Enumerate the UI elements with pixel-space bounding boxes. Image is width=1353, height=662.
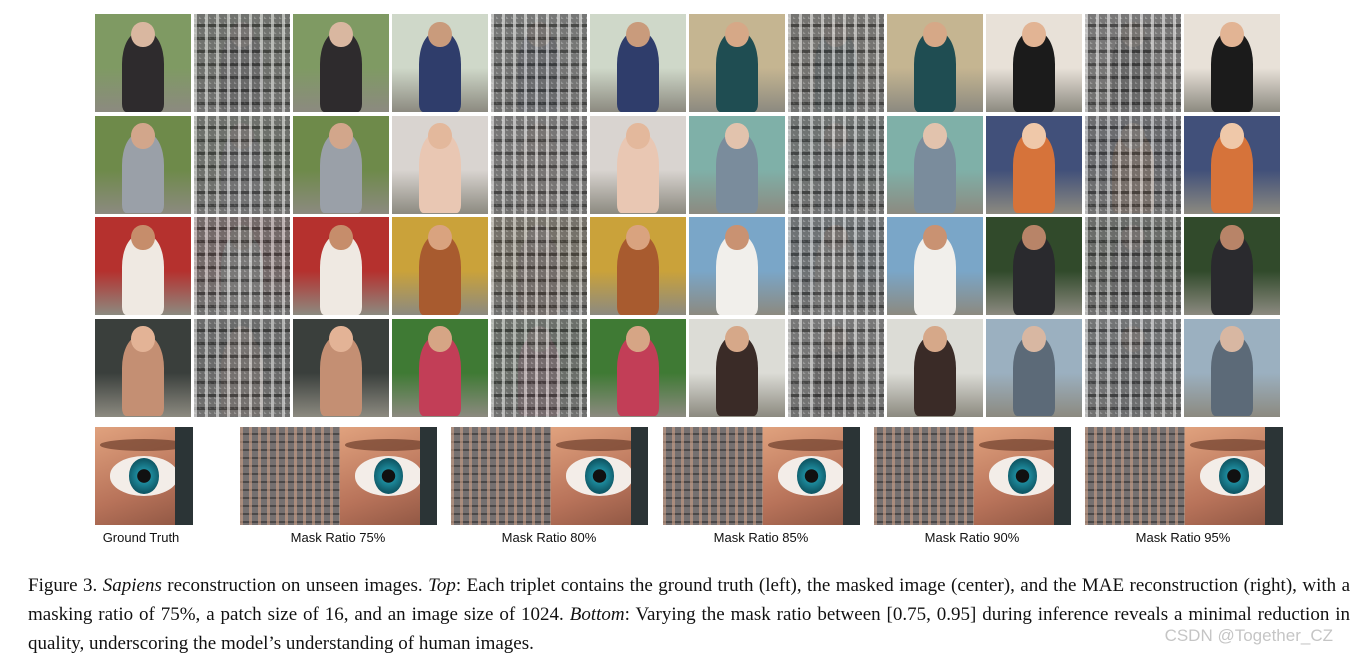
watermark: CSDN @Together_CZ	[1164, 626, 1333, 645]
triplet-12-reconstruction-image	[1184, 217, 1280, 315]
triplet-13-masked-image	[194, 318, 290, 417]
triplet-15-masked-image	[788, 318, 884, 417]
triplet-2-reconstruction-image	[590, 14, 686, 112]
triplet-4-reconstruction-image	[1184, 14, 1280, 112]
triplet-2-ground-truth-image	[392, 14, 488, 112]
label-ground-truth: Ground Truth	[102, 530, 180, 545]
caption-bottom-label: Bottom	[569, 604, 625, 625]
caption-prefix: Figure 3.	[28, 575, 103, 596]
reconstructed-eye-90	[974, 427, 1071, 525]
triplet-14-reconstruction-image	[590, 318, 686, 417]
triplet-8-ground-truth-image	[986, 115, 1082, 214]
triplet-15-reconstruction-image	[887, 318, 983, 417]
triplet-1-ground-truth-image	[95, 14, 191, 112]
triplet-1-reconstruction-image	[293, 14, 389, 112]
triplet-6-masked-image	[491, 115, 587, 214]
triplet-8-reconstruction-image	[1184, 115, 1280, 214]
mask-ratio-row	[95, 427, 1283, 527]
label-mask-ratio-80: Mask Ratio 80%	[501, 530, 597, 545]
triplet-4-masked-image	[1085, 14, 1181, 112]
label-mask-ratio-75: Mask Ratio 75%	[290, 530, 386, 545]
label-mask-ratio-85: Mask Ratio 85%	[713, 530, 809, 545]
masked-eye-95	[1085, 427, 1185, 525]
triplet-16-masked-image	[1085, 318, 1181, 417]
triplet-13-ground-truth-image	[95, 318, 191, 417]
label-mask-ratio-95: Mask Ratio 95%	[1135, 530, 1231, 545]
reconstructed-eye-80	[551, 427, 648, 525]
triplet-5-masked-image	[194, 115, 290, 214]
triplet-11-masked-image	[788, 217, 884, 315]
ground-truth-eye-image	[95, 427, 193, 525]
triplet-6-reconstruction-image	[590, 115, 686, 214]
reconstruction-grid	[95, 14, 1283, 420]
triplet-16-reconstruction-image	[1184, 318, 1280, 417]
triplet-11-reconstruction-image	[887, 217, 983, 315]
triplet-8-masked-image	[1085, 115, 1181, 214]
triplet-15-ground-truth-image	[689, 318, 785, 417]
reconstructed-eye-95	[1185, 427, 1283, 525]
triplet-14-masked-image	[491, 318, 587, 417]
triplet-10-reconstruction-image	[590, 217, 686, 315]
caption-part1: reconstruction on unseen images.	[161, 575, 429, 596]
triplet-9-reconstruction-image	[293, 217, 389, 315]
triplet-6-ground-truth-image	[392, 115, 488, 214]
triplet-14-ground-truth-image	[392, 318, 488, 417]
triplet-12-ground-truth-image	[986, 217, 1082, 315]
triplet-4-ground-truth-image	[986, 14, 1082, 112]
triplet-13-reconstruction-image	[293, 318, 389, 417]
masked-eye-90	[874, 427, 974, 525]
triplet-5-ground-truth-image	[95, 115, 191, 214]
triplet-1-masked-image	[194, 14, 290, 112]
triplet-7-masked-image	[788, 115, 884, 214]
masked-eye-85	[663, 427, 763, 525]
caption-top-label: Top	[428, 575, 456, 596]
triplet-11-ground-truth-image	[689, 217, 785, 315]
triplet-2-masked-image	[491, 14, 587, 112]
triplet-12-masked-image	[1085, 217, 1181, 315]
triplet-3-ground-truth-image	[689, 14, 785, 112]
reconstructed-eye-85	[763, 427, 860, 525]
triplet-10-masked-image	[491, 217, 587, 315]
masked-eye-75	[240, 427, 340, 525]
triplet-3-reconstruction-image	[887, 14, 983, 112]
figure-caption: Figure 3. Sapiens reconstruction on unse…	[28, 571, 1350, 658]
triplet-7-ground-truth-image	[689, 115, 785, 214]
triplet-9-ground-truth-image	[95, 217, 191, 315]
caption-model-name: Sapiens	[102, 575, 162, 596]
triplet-9-masked-image	[194, 217, 290, 315]
reconstructed-eye-75	[340, 427, 437, 525]
label-mask-ratio-90: Mask Ratio 90%	[924, 530, 1020, 545]
triplet-5-reconstruction-image	[293, 115, 389, 214]
triplet-3-masked-image	[788, 14, 884, 112]
triplet-10-ground-truth-image	[392, 217, 488, 315]
triplet-7-reconstruction-image	[887, 115, 983, 214]
triplet-16-ground-truth-image	[986, 318, 1082, 417]
masked-eye-80	[451, 427, 551, 525]
